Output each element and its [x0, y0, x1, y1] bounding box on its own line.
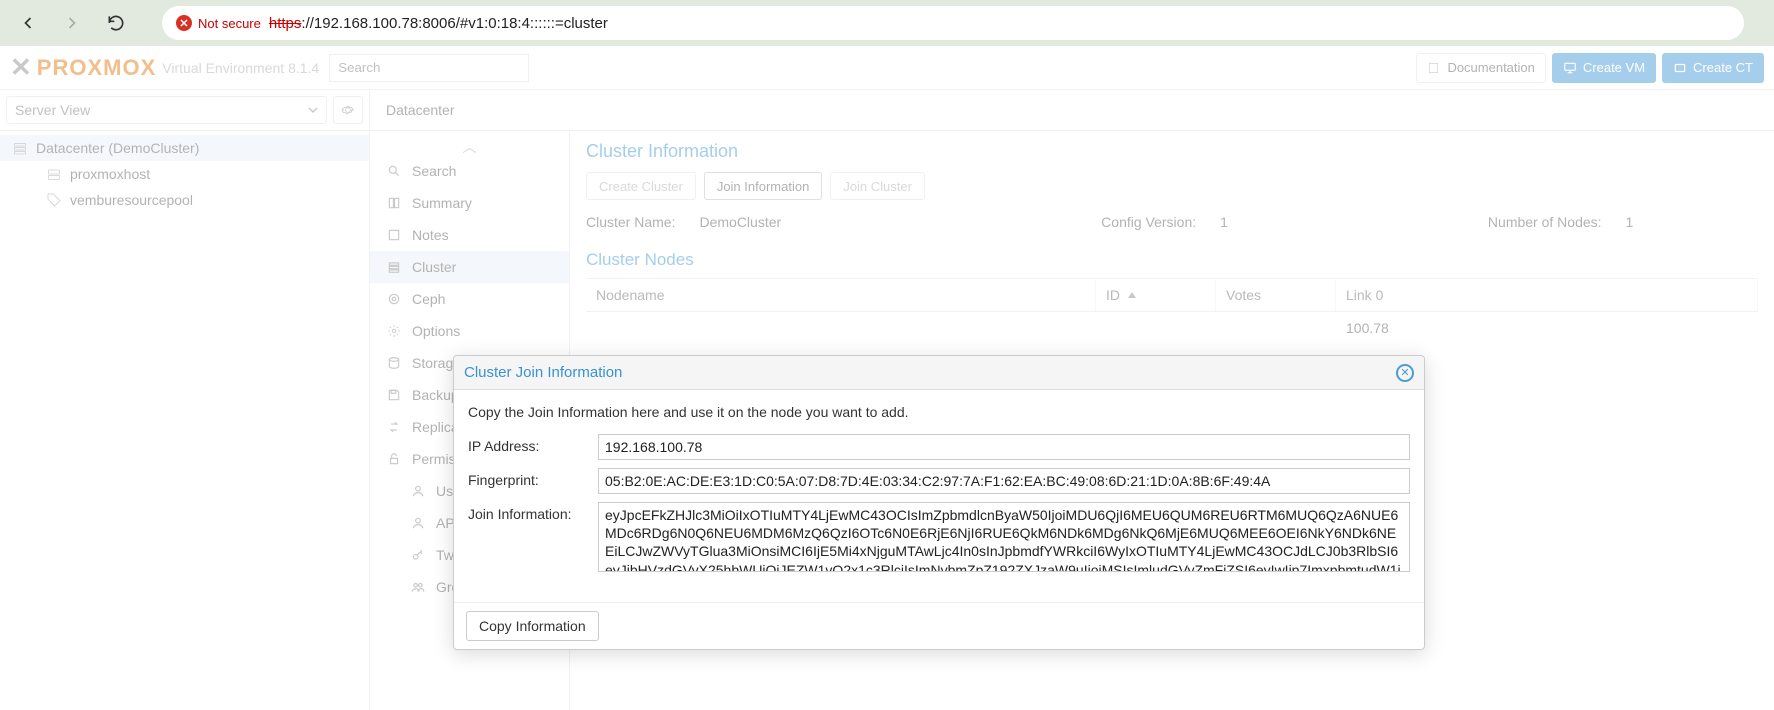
tree-settings-button[interactable]	[333, 96, 363, 124]
save-icon	[386, 387, 402, 403]
node-count-label: Number of Nodes:	[1488, 214, 1602, 230]
subnav-options[interactable]: Options	[370, 315, 569, 347]
not-secure-badge[interactable]: ✕ Not secure	[176, 15, 261, 31]
join-information-button[interactable]: Join Information	[704, 172, 823, 200]
subnav-label: Search	[412, 163, 456, 179]
server-view-select[interactable]: Server View	[6, 96, 327, 124]
back-button[interactable]	[10, 5, 46, 41]
config-version-value: 1	[1220, 214, 1228, 230]
join-information-label: Join Information:	[468, 502, 598, 522]
col-nodename[interactable]: Nodename	[586, 279, 1096, 311]
app-header: ✕PROXMOX Virtual Environment 8.1.4 Docum…	[0, 46, 1774, 90]
node-icon	[46, 166, 62, 182]
server-icon	[12, 140, 28, 156]
documentation-button[interactable]: Documentation	[1416, 53, 1545, 83]
url-bar[interactable]: ✕ Not secure https://192.168.100.78:8006…	[162, 6, 1744, 40]
tag-icon	[46, 192, 62, 208]
breadcrumb: Datacenter	[370, 90, 1774, 131]
subnav-label: Backup	[412, 387, 459, 403]
node-count-value: 1	[1626, 214, 1634, 230]
subnav-label: Options	[412, 323, 460, 339]
version-label: Virtual Environment 8.1.4	[162, 60, 319, 76]
ip-address-input[interactable]	[598, 434, 1410, 460]
copy-information-button[interactable]: Copy Information	[466, 611, 599, 641]
col-link0[interactable]: Link 0	[1336, 279, 1758, 311]
subnav-label: Summary	[412, 195, 472, 211]
tree-node-proxmoxhost[interactable]: proxmoxhost	[0, 161, 369, 187]
tree-datacenter[interactable]: Datacenter (DemoCluster)	[0, 135, 369, 161]
proxmox-logo: ✕PROXMOX	[10, 52, 156, 83]
chevron-down-icon	[308, 105, 318, 115]
error-icon: ✕	[176, 15, 192, 31]
retweet-icon	[386, 419, 402, 435]
user-icon	[410, 483, 426, 499]
gear-icon	[386, 323, 402, 339]
modal-close-button[interactable]: ✕	[1396, 364, 1414, 382]
db-icon	[386, 355, 402, 371]
section-cluster-nodes: Cluster Nodes	[586, 250, 1758, 270]
ip-address-label: IP Address:	[468, 434, 598, 454]
modal-description: Copy the Join Information here and use i…	[468, 404, 1410, 420]
cluster-nodes-header: Nodename ID Votes Link 0	[586, 278, 1758, 312]
subnav-label: Cluster	[412, 259, 456, 275]
subnav-search[interactable]: Search	[370, 155, 569, 187]
cluster-node-row[interactable]: 100.78	[586, 312, 1758, 344]
sticky-icon	[386, 227, 402, 243]
create-ct-button[interactable]: Create CT	[1662, 53, 1764, 83]
book-icon	[386, 195, 402, 211]
sort-asc-icon	[1128, 292, 1136, 298]
collapse-up-icon[interactable]: ︿	[370, 137, 569, 155]
subnav-notes[interactable]: Notes	[370, 219, 569, 251]
fingerprint-input[interactable]	[598, 468, 1410, 494]
create-vm-button[interactable]: Create VM	[1552, 53, 1656, 83]
resource-tree-sidebar: Server View Datacenter (DemoCluster) pro…	[0, 90, 370, 710]
ceph-icon	[386, 291, 402, 307]
server-icon	[386, 259, 402, 275]
section-cluster-info: Cluster Information	[586, 141, 1758, 162]
subnav-label: Notes	[412, 227, 449, 243]
subnav-ceph[interactable]: Ceph	[370, 283, 569, 315]
subnav-cluster[interactable]: Cluster	[370, 251, 569, 283]
create-cluster-button[interactable]: Create Cluster	[586, 172, 696, 200]
modal-title: Cluster Join Information	[464, 364, 1396, 381]
col-votes[interactable]: Votes	[1216, 279, 1336, 311]
forward-button[interactable]	[54, 5, 90, 41]
url-text: https://192.168.100.78:8006/#v1:0:18:4::…	[269, 15, 608, 32]
join-information-textarea[interactable]: eyJpcEFkZHJlc3MiOiIxOTIuMTY4LjEwMC43OCIs…	[598, 502, 1410, 572]
gear-icon	[341, 103, 355, 117]
not-secure-label: Not secure	[198, 16, 261, 31]
col-id[interactable]: ID	[1096, 279, 1216, 311]
users-icon	[410, 579, 426, 595]
subnav-label: Ceph	[412, 291, 445, 307]
lock-icon	[386, 451, 402, 467]
cluster-name-value: DemoCluster	[699, 214, 781, 230]
header-search-input[interactable]	[329, 54, 529, 82]
cluster-name-label: Cluster Name:	[586, 214, 675, 230]
search-icon	[386, 163, 402, 179]
browser-bar: ✕ Not secure https://192.168.100.78:8006…	[0, 0, 1774, 46]
subnav-summary[interactable]: Summary	[370, 187, 569, 219]
join-cluster-button[interactable]: Join Cluster	[830, 172, 925, 200]
user-icon	[410, 515, 426, 531]
cluster-join-information-modal: Cluster Join Information ✕ Copy the Join…	[453, 355, 1425, 650]
fingerprint-label: Fingerprint:	[468, 468, 598, 488]
key-icon	[410, 547, 426, 563]
tree-pool[interactable]: vemburesourcepool	[0, 187, 369, 213]
refresh-button[interactable]	[98, 5, 134, 41]
config-version-label: Config Version:	[1101, 214, 1196, 230]
